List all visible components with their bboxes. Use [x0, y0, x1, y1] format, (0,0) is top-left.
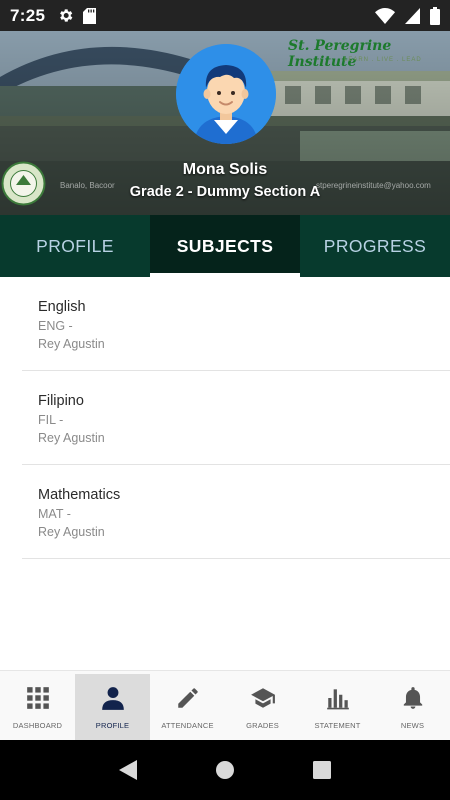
- person-icon: [101, 687, 124, 710]
- tab-progress[interactable]: PROGRESS: [300, 215, 450, 277]
- school-name: St. Peregrine Institute: [288, 38, 392, 70]
- student-avatar: [176, 44, 276, 144]
- school-tagline: LEARN . LIVE . LEAD: [344, 57, 422, 63]
- list-item[interactable]: Filipino FIL - Rey Agustin: [22, 371, 450, 465]
- status-bar: 7:25: [0, 0, 450, 31]
- back-button[interactable]: [108, 750, 148, 790]
- settings-icon: [60, 9, 73, 22]
- bottom-navigation: DASHBOARD PROFILE ATTENDANCE GRADES STAT…: [0, 670, 450, 740]
- nav-dashboard[interactable]: DASHBOARD: [0, 671, 75, 740]
- subject-teacher: Rey Agustin: [38, 337, 105, 351]
- back-icon: [119, 760, 138, 780]
- nav-label: NEWS: [400, 721, 425, 730]
- status-right-icons: [375, 6, 440, 25]
- subject-teacher: Rey Agustin: [38, 525, 105, 539]
- student-name: Mona Solis: [182, 161, 268, 178]
- nav-label: DASHBOARD: [12, 721, 63, 730]
- tab-profile[interactable]: PROFILE: [0, 215, 150, 277]
- signal-icon: [405, 7, 420, 24]
- tab-subjects[interactable]: SUBJECTS: [150, 215, 300, 277]
- grid-icon: [26, 687, 49, 709]
- subject-teacher: Rey Agustin: [38, 431, 105, 445]
- graduation-cap-icon: [250, 688, 275, 708]
- sd-card-icon: [83, 7, 97, 24]
- subject-name: English: [38, 299, 86, 315]
- subject-name: Mathematics: [38, 487, 121, 503]
- bar-chart-icon: [326, 689, 349, 710]
- subject-code: FIL -: [38, 413, 64, 427]
- avatar-icon: [176, 44, 276, 144]
- list-item[interactable]: Mathematics MAT - Rey Agustin: [22, 465, 450, 559]
- home-icon: [215, 761, 234, 779]
- bell-icon: [403, 687, 422, 709]
- home-button[interactable]: [205, 750, 245, 790]
- nav-label: ATTENDANCE: [161, 721, 214, 730]
- system-navigation-bar: [0, 740, 450, 800]
- nav-statement[interactable]: STATEMENT: [300, 671, 375, 740]
- nav-attendance[interactable]: ATTENDANCE: [150, 671, 225, 740]
- recents-button[interactable]: [302, 750, 342, 790]
- subject-name: Filipino: [38, 393, 84, 409]
- recents-icon: [312, 761, 331, 779]
- nav-news[interactable]: NEWS: [375, 671, 450, 740]
- profile-tabs: PROFILE SUBJECTS PROGRESS: [0, 215, 450, 277]
- subject-code: MAT -: [38, 507, 71, 521]
- student-section: Grade 2 - Dummy Section A: [129, 184, 321, 200]
- list-item[interactable]: English ENG - Rey Agustin: [22, 277, 450, 371]
- subject-code: ENG -: [38, 319, 73, 333]
- profile-header: St. Peregrine Institute LEARN . LIVE . L…: [0, 31, 450, 215]
- battery-icon: [430, 6, 440, 25]
- wifi-icon: [375, 7, 395, 24]
- status-left-icons: [57, 7, 97, 24]
- pencil-icon: [177, 688, 198, 708]
- nav-label: PROFILE: [95, 721, 130, 730]
- nav-label: GRADES: [246, 721, 279, 730]
- status-time: 7:25: [10, 5, 46, 25]
- nav-profile[interactable]: PROFILE: [75, 674, 150, 740]
- subject-list: English ENG - Rey Agustin Filipino FIL -…: [0, 277, 450, 559]
- nav-grades[interactable]: GRADES: [225, 671, 300, 740]
- nav-label: STATEMENT: [314, 721, 361, 730]
